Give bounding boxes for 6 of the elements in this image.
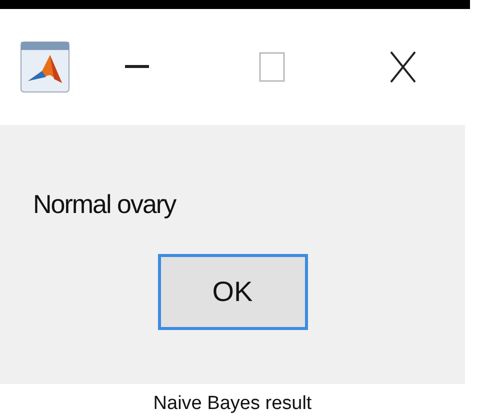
ok-button[interactable]: OK — [158, 254, 308, 330]
close-icon[interactable] — [390, 51, 416, 83]
minimize-icon[interactable] — [125, 65, 149, 69]
message-text: Normal ovary — [33, 189, 176, 219]
app-logo-icon — [20, 41, 70, 93]
figure-caption: Naive Bayes result — [153, 392, 312, 416]
